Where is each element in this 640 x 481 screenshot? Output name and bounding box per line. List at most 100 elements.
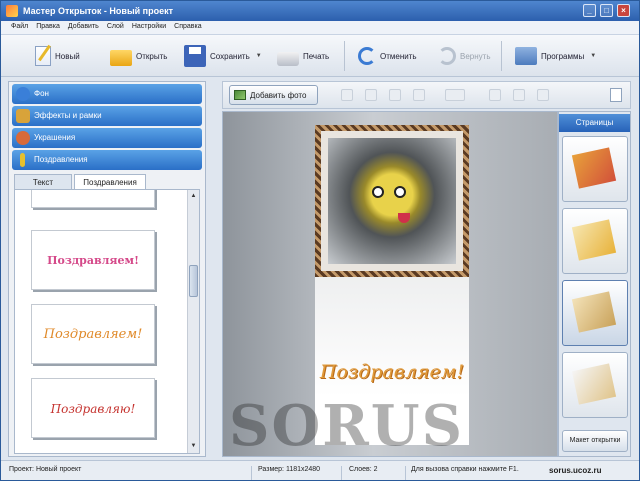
page-thumbnail-1[interactable] [562,136,628,202]
menu-bar: Файл Правка Добавить Слой Настройки Справка [1,21,639,35]
delete-icon[interactable] [489,89,501,101]
card-layout-button[interactable]: Макет открытки [562,430,628,452]
menu-settings[interactable]: Настройки [128,21,170,30]
left-panel: Фон Эффекты и рамки Украшения Поздравлен… [8,81,206,457]
sorus-watermark: SORUS [229,393,465,459]
new-button[interactable]: Новый [35,39,80,73]
scroll-down-icon[interactable]: ▼ [189,441,198,451]
menu-add[interactable]: Добавить [64,21,103,30]
thumbnail-scrollbar[interactable]: ▲ ▼ [187,190,199,453]
programs-button[interactable]: Программы ▼ [515,39,596,73]
tab-text[interactable]: Текст [14,174,72,190]
title-bar: Мастер Открыток - Новый проект _ □ × [1,1,639,21]
toolbar-separator [344,41,345,71]
redo-button[interactable]: Вернуть [438,39,490,73]
undo-arrow-icon [358,47,376,65]
status-separator [251,466,252,480]
undo-button[interactable]: Отменить [358,39,417,73]
status-help: Для вызова справки нажмите F1. [411,466,519,473]
pages-panel: Страницы Макет открытки [558,111,631,457]
save-button[interactable]: Сохранить ▼ [184,39,262,73]
status-separator [405,466,406,480]
layer-up-icon[interactable] [389,89,401,101]
photo-detail [394,186,406,198]
page-thumbnail-4[interactable] [562,352,628,418]
page-thumbnail-3[interactable] [562,280,628,346]
print-button[interactable]: Печать [277,39,329,73]
greeting-thumbnail-pink[interactable]: Поздравляем! [31,230,155,290]
main-toolbar: Новый Открыть Сохранить ▼ Печать Отменит… [1,35,639,77]
photo-frame[interactable] [315,125,469,277]
globe-icon [16,87,30,101]
photo-detail [398,213,410,223]
folder-icon [110,50,132,66]
add-photo-label: Добавить фото [250,90,307,100]
category-decorations[interactable]: Украшения [12,128,202,148]
redo-arrow-icon [438,47,456,65]
photo-detail [372,186,384,198]
status-size: Размер: 1181x2480 [258,466,321,473]
align-dropdown-icon[interactable] [445,89,465,101]
category-background[interactable]: Фон [12,84,202,104]
print-button-label: Печать [303,51,330,61]
copy-icon[interactable] [341,89,353,101]
scroll-up-icon[interactable]: ▲ [189,191,198,201]
programs-icon [515,47,537,65]
page-thumbnail-2[interactable] [562,208,628,274]
close-button[interactable]: × [617,4,630,17]
exclamation-icon [20,153,25,167]
scroll-thumb[interactable] [189,265,198,297]
card-greeting-text[interactable]: Поздравляем! [315,361,469,383]
menu-file[interactable]: Файл [1,21,32,30]
category-label: Фон [34,89,49,98]
effects-icon [16,109,30,123]
paste-icon[interactable] [365,89,377,101]
redo-button-label: Вернуть [460,51,491,61]
minimize-button[interactable]: _ [583,4,596,17]
zoom-icon[interactable] [537,89,549,101]
menu-edit[interactable]: Правка [32,21,64,30]
page-thumbnail-image [571,363,617,405]
add-photo-button[interactable]: Добавить фото [229,85,318,105]
category-label: Украшения [34,133,76,142]
undo-button-label: Отменить [380,51,417,61]
category-label: Эффекты и рамки [34,111,102,120]
layer-down-icon[interactable] [413,89,425,101]
window-title: Мастер Открыток - Новый проект [23,6,174,16]
open-button-label: Открыть [136,51,168,61]
app-window: Мастер Открыток - Новый проект _ □ × Фай… [0,0,640,481]
category-effects-frames[interactable]: Эффекты и рамки [12,106,202,126]
edit-icon[interactable] [610,88,622,102]
status-site: sorus.ucoz.ru [549,466,602,475]
menu-help[interactable]: Справка [170,21,205,30]
programs-button-label: Программы [541,51,585,61]
save-dropdown-arrow-icon[interactable]: ▼ [256,53,262,59]
page-thumbnail-image [571,291,617,333]
status-layers: Слоев: 2 [349,466,378,473]
greeting-thumbnail-blank[interactable] [31,190,155,208]
new-document-icon [35,46,51,66]
crop-icon[interactable] [513,89,525,101]
tab-greetings[interactable]: Поздравления [74,174,146,190]
menu-layer[interactable]: Слой [103,21,128,30]
toolbar-separator [501,41,502,71]
greeting-thumbnail-red[interactable]: Поздравляю! [31,378,155,438]
photo-image[interactable] [328,138,456,264]
workspace-toolbar: Добавить фото [222,81,631,109]
greetings-thumbnail-list: Поздравляем! Поздравляем! Поздравляю! ▲ … [14,189,200,454]
open-button[interactable]: Открыть [110,39,167,73]
category-greetings[interactable]: Поздравления [12,150,202,170]
printer-icon [277,52,299,66]
page-thumbnail-image [571,219,617,261]
status-bar: Проект: Новый проект Размер: 1181x2480 С… [1,460,639,480]
app-icon [6,5,18,17]
maximize-button[interactable]: □ [600,4,613,17]
page-thumbnail-image [571,147,617,189]
category-label: Поздравления [34,155,88,164]
status-project: Проект: Новый проект [9,466,82,473]
status-separator [341,466,342,480]
programs-dropdown-arrow-icon[interactable]: ▼ [590,53,596,59]
decorations-icon [16,131,30,145]
greeting-thumbnail-orange[interactable]: Поздравляем! [31,304,155,364]
save-button-label: Сохранить [210,51,250,61]
